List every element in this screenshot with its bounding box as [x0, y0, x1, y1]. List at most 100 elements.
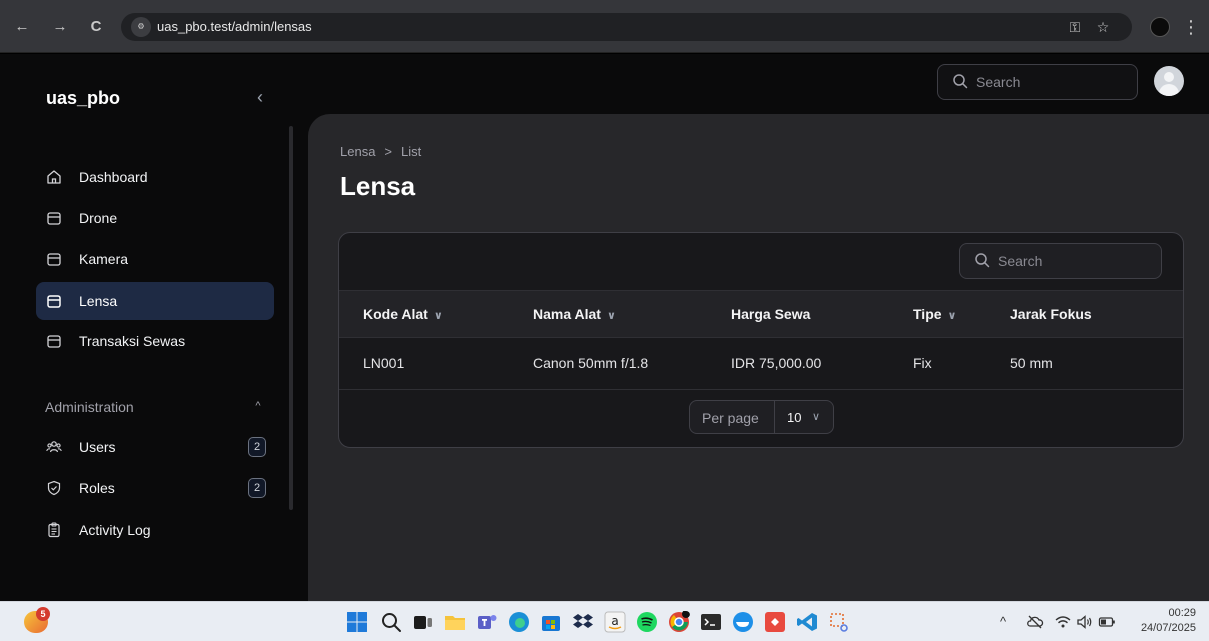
per-page-select[interactable]: Per page 10 ∨: [689, 400, 834, 434]
sort-chevron-icon: ∨: [947, 310, 957, 322]
store-icon[interactable]: [540, 611, 562, 633]
column-header-kode-alat[interactable]: Kode Alat ∨: [363, 306, 443, 322]
taskbar-search-icon[interactable]: [380, 611, 402, 633]
brand-logo[interactable]: uas_pbo: [46, 88, 120, 109]
box-icon: [47, 212, 61, 225]
sidebar-item-kamera[interactable]: Kamera: [36, 240, 274, 278]
volume-icon[interactable]: [1076, 613, 1094, 631]
edge-browser-icon[interactable]: [508, 611, 530, 633]
sidebar-item-label: Roles: [79, 480, 115, 496]
breadcrumb-current: List: [401, 144, 422, 159]
notification-badge: 5: [36, 607, 50, 621]
global-search-input[interactable]: Search: [937, 64, 1138, 100]
box-icon: [47, 335, 61, 348]
sidebar-item-label: Dashboard: [79, 169, 148, 185]
table-header: Kode Alat ∨ Nama Alat ∨ Harga Sewa Tipe ∨ J…: [339, 290, 1183, 338]
per-page-divider: [774, 401, 775, 433]
column-header-harga-sewa: Harga Sewa: [731, 306, 811, 322]
teams-icon[interactable]: [476, 611, 498, 633]
amazon-icon[interactable]: a: [604, 611, 626, 633]
table-row[interactable]: LN001 Canon 50mm f/1.8 IDR 75,000.00 Fix…: [339, 338, 1183, 390]
tray-overflow-icon[interactable]: ^: [1000, 614, 1006, 629]
svg-text:a: a: [611, 614, 618, 628]
global-search-placeholder: Search: [976, 74, 1021, 90]
browser-toolbar: ← → C ⚙ uas_pbo.test/admin/lensas ⚿ ☆ ⋮: [0, 0, 1209, 53]
column-header-tipe[interactable]: Tipe ∨: [913, 306, 956, 322]
forward-icon[interactable]: →: [50, 17, 70, 37]
cloud-sync-icon[interactable]: [1026, 613, 1044, 631]
dropbox-icon[interactable]: [572, 611, 594, 633]
clock-time[interactable]: 00:29: [1158, 607, 1196, 619]
spotify-icon[interactable]: [636, 611, 658, 633]
users-count-badge: 2: [248, 437, 266, 457]
sort-chevron-icon: ∨: [606, 310, 616, 322]
back-icon[interactable]: ←: [12, 17, 32, 37]
table-search-placeholder: Search: [998, 253, 1043, 269]
chevron-down-icon: ∨: [812, 411, 821, 423]
os-taskbar: 5 a ^ 00:29 24/07/2025: [0, 601, 1209, 641]
sidebar-item-label: Users: [79, 439, 116, 455]
shield-icon: [47, 480, 61, 496]
sidebar-item-roles[interactable]: Roles 2: [36, 469, 274, 507]
sidebar-item-transaksi-sewas[interactable]: Transaksi Sewas: [36, 322, 274, 360]
cell-kode-alat: LN001: [363, 355, 405, 371]
table-search-input[interactable]: Search: [959, 243, 1162, 279]
screen: ← → C ⚙ uas_pbo.test/admin/lensas ⚿ ☆ ⋮ …: [0, 0, 1209, 641]
snipping-tool-icon[interactable]: [828, 611, 850, 633]
vscode-icon[interactable]: [796, 611, 818, 633]
sidebar-item-users[interactable]: Users 2: [36, 428, 274, 466]
breadcrumb-parent-link[interactable]: Lensa: [340, 144, 375, 159]
key-icon[interactable]: ⚿: [1065, 17, 1085, 37]
sort-chevron-icon: ∨: [433, 310, 443, 322]
sidebar-collapse-icon[interactable]: ‹: [250, 86, 270, 108]
per-page-value: 10: [787, 410, 802, 425]
avatar[interactable]: [1154, 66, 1184, 96]
roles-count-badge: 2: [248, 478, 266, 498]
lensa-table: Search Kode Alat ∨ Nama Alat ∨ Harga Sewa …: [338, 232, 1184, 448]
reload-icon[interactable]: C: [86, 17, 106, 37]
docker-icon[interactable]: [732, 611, 754, 633]
site-info-icon[interactable]: ⚙: [131, 17, 151, 37]
wifi-icon[interactable]: [1054, 613, 1072, 631]
app-shell: uas_pbo ‹ Search Dashboard Drone Kamera …: [0, 54, 1209, 601]
cell-harga-sewa: IDR 75,000.00: [731, 355, 822, 371]
users-icon: [46, 441, 62, 453]
terminal-icon[interactable]: [700, 611, 722, 633]
home-icon: [47, 170, 61, 184]
sidebar-item-label: Kamera: [79, 251, 129, 267]
sidebar-group-administration[interactable]: Administration: [45, 399, 134, 415]
address-bar[interactable]: ⚙ uas_pbo.test/admin/lensas ⚿ ☆: [121, 13, 1132, 41]
clipboard-icon: [48, 522, 60, 538]
column-header-jarak-fokus: Jarak Fokus: [1010, 306, 1092, 322]
column-header-nama-alat[interactable]: Nama Alat ∨: [533, 306, 616, 322]
box-icon: [47, 253, 61, 266]
cell-nama-alat: Canon 50mm f/1.8: [533, 355, 649, 371]
sidebar-item-lensa[interactable]: Lensa: [36, 282, 274, 320]
chevron-up-icon[interactable]: ^: [251, 398, 265, 414]
task-view-icon[interactable]: [412, 611, 434, 633]
sidebar-item-activity-log[interactable]: Activity Log: [36, 511, 274, 549]
git-client-icon[interactable]: [764, 611, 786, 633]
chrome-icon[interactable]: [668, 611, 690, 633]
sidebar-item-label: Lensa: [79, 293, 118, 309]
url-text[interactable]: uas_pbo.test/admin/lensas: [157, 19, 312, 34]
sidebar-item-label: Activity Log: [79, 522, 151, 538]
main-content: Lensa > List Lensa Search Kode Alat ∨ Nama …: [308, 114, 1209, 601]
bookmark-star-icon[interactable]: ☆: [1093, 17, 1113, 37]
breadcrumb: Lensa > List: [340, 144, 421, 159]
cell-jarak-fokus: 50 mm: [1010, 355, 1053, 371]
sidebar-item-drone[interactable]: Drone: [36, 199, 274, 237]
cell-tipe: Fix: [913, 355, 932, 371]
file-explorer-icon[interactable]: [444, 611, 466, 633]
search-icon: [953, 74, 968, 89]
sidebar-item-dashboard[interactable]: Dashboard: [36, 158, 274, 196]
clock-date[interactable]: 24/07/2025: [1131, 622, 1196, 634]
breadcrumb-separator: >: [384, 144, 393, 159]
sidebar-scrollbar[interactable]: [289, 126, 293, 510]
sidebar-item-label: Transaksi Sewas: [79, 333, 186, 349]
browser-menu-icon[interactable]: ⋮: [1182, 15, 1200, 39]
battery-icon[interactable]: [1098, 613, 1116, 631]
browser-profile-icon[interactable]: [1150, 17, 1170, 37]
per-page-label: Per page: [702, 410, 759, 426]
windows-start-icon[interactable]: [346, 611, 368, 633]
